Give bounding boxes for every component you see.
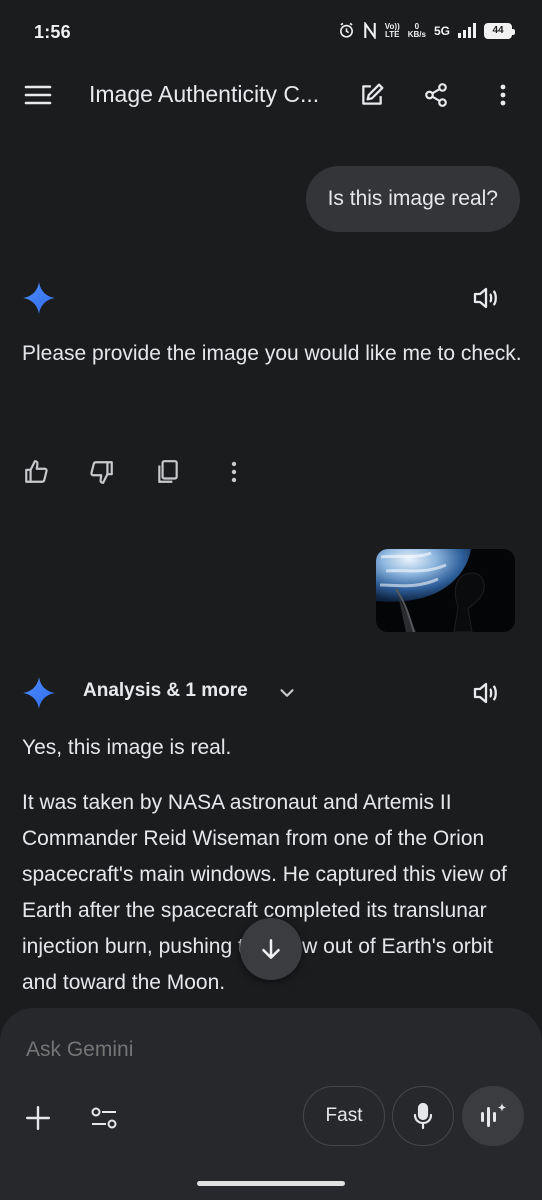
live-waveform-icon [481,1103,507,1127]
read-aloud-button[interactable] [469,676,503,710]
gemini-spark-icon [23,677,55,709]
thumb-up-icon [25,460,48,483]
navigation-handle[interactable] [197,1181,345,1186]
share-button[interactable] [415,74,457,116]
add-button[interactable] [18,1098,58,1138]
alarm-icon [339,22,353,38]
signal-icon [458,23,476,38]
volte-indicator: Vo)) LTE [384,21,400,39]
more-options-button[interactable] [482,74,524,116]
microphone-button[interactable] [392,1086,454,1146]
earth-window-image [376,549,515,632]
user-message-text: Is this image real? [327,187,498,210]
mode-label: Fast [325,1105,363,1126]
scroll-to-bottom-button[interactable] [240,918,302,980]
response-more-button[interactable] [214,452,254,492]
gemini-spark-icon [23,282,55,314]
speaker-icon [473,287,497,309]
speaker-icon [473,682,497,704]
arrow-down-icon [262,939,280,959]
analysis-chip[interactable]: Analysis & 1 more [83,680,248,702]
speed-indicator: 0 KB/s [407,21,426,39]
status-icons: Vo)) LTE 0 KB/s 5G 44 [338,21,515,39]
new-chat-button[interactable] [351,74,393,116]
read-aloud-button[interactable] [469,281,503,315]
status-time: 1:56 [34,22,71,42]
battery-icon: 44 [484,22,515,39]
response-actions [0,452,542,492]
thumb-up-button[interactable] [16,452,56,492]
share-icon [425,83,447,107]
composer: Fast [0,1008,542,1200]
menu-icon [24,85,52,105]
response-paragraph-1: Yes, this image is real. [22,736,232,759]
response-text: Please provide the image you would like … [22,342,522,365]
copy-icon [158,460,178,483]
mic-icon [413,1102,433,1130]
more-vert-icon [500,84,506,106]
ask-gemini-input[interactable] [26,1038,506,1062]
menu-button[interactable] [17,74,59,116]
chevron-down-icon[interactable] [276,682,298,704]
more-vert-icon [231,461,237,483]
tools-button[interactable] [84,1098,124,1138]
gemini-live-button[interactable] [462,1086,524,1146]
status-bar: 1:56 Vo)) LTE 0 KB/s 5G 44 [0,0,542,66]
user-message-bubble: Is this image real? [305,166,520,232]
nfc-icon [364,22,376,39]
thumb-down-button[interactable] [82,452,122,492]
tune-icon [91,1107,117,1129]
uploaded-image[interactable] [376,549,515,632]
copy-button[interactable] [148,452,188,492]
chat-title[interactable]: Image Authenticity C... [89,81,319,108]
network-type: 5G [433,23,450,38]
edit-icon [362,83,384,105]
plus-icon [25,1105,51,1131]
app-bar: Image Authenticity C... [0,66,542,124]
model-mode-button[interactable]: Fast [303,1086,385,1146]
thumb-down-icon [90,461,113,484]
